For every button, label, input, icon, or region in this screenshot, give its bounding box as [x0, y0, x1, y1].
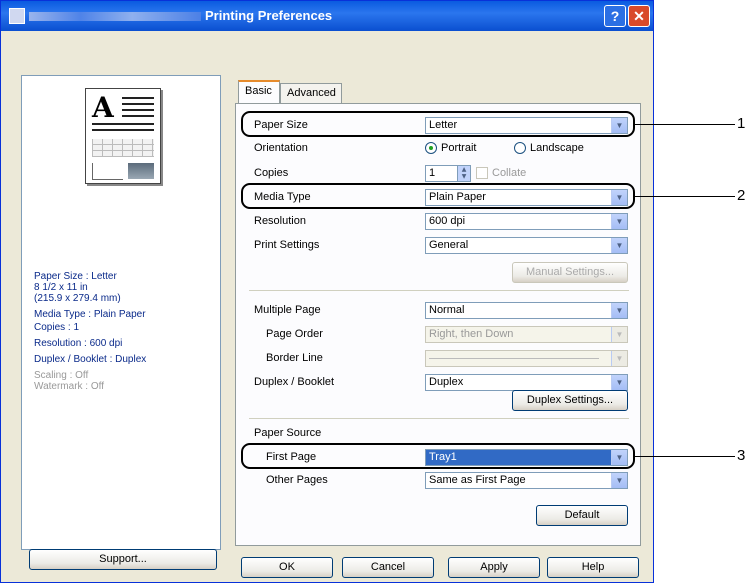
- multiple-page-select[interactable]: Normal ▼: [425, 302, 628, 319]
- chevron-down-icon: ▼: [611, 327, 627, 342]
- summary-dimensions-mm: (215.9 x 279.4 mm): [34, 293, 121, 304]
- title-redacted: [29, 12, 201, 21]
- preview-panel: A Paper Size : Letter 8 1/2 x 11 in (215…: [21, 75, 221, 550]
- callout-box: [241, 443, 635, 469]
- border-line-select[interactable]: ▼: [425, 350, 628, 367]
- orientation-label: Orientation: [254, 142, 308, 154]
- chevron-down-icon: ▼: [611, 214, 627, 229]
- landscape-radio[interactable]: [514, 142, 526, 154]
- cancel-button[interactable]: Cancel: [342, 557, 434, 578]
- copies-stepper[interactable]: ▲ ▼: [457, 165, 471, 182]
- tab-basic[interactable]: Basic: [238, 80, 280, 104]
- apply-button[interactable]: Apply: [448, 557, 540, 578]
- landscape-label[interactable]: Landscape: [530, 142, 584, 154]
- multiple-page-label: Multiple Page: [254, 304, 321, 316]
- close-icon[interactable]: ✕: [628, 5, 650, 27]
- callout-leader: [635, 456, 735, 457]
- chevron-down-icon: ▼: [611, 303, 627, 318]
- print-settings-label: Print Settings: [254, 239, 320, 251]
- summary-copies: Copies : 1: [34, 322, 80, 333]
- tab-advanced[interactable]: Advanced: [280, 83, 342, 103]
- summary-resolution: Resolution : 600 dpi: [34, 338, 123, 349]
- duplex-label: Duplex / Booklet: [254, 376, 335, 388]
- callout-box: [241, 111, 635, 137]
- resolution-select[interactable]: 600 dpi ▼: [425, 213, 628, 230]
- callout-leader: [635, 124, 735, 125]
- callout-number: 2: [737, 187, 746, 204]
- manual-settings-button[interactable]: Manual Settings...: [512, 262, 628, 283]
- portrait-radio[interactable]: [425, 142, 437, 154]
- ok-button[interactable]: OK: [241, 557, 333, 578]
- divider: [249, 418, 629, 419]
- duplex-settings-button[interactable]: Duplex Settings...: [512, 390, 628, 411]
- paper-source-label: Paper Source: [254, 427, 322, 439]
- summary-scaling: Scaling : Off: [34, 370, 89, 381]
- duplex-select[interactable]: Duplex ▼: [425, 374, 628, 391]
- summary-duplex: Duplex / Booklet : Duplex: [34, 354, 147, 365]
- collate-checkbox[interactable]: [476, 167, 488, 179]
- other-pages-select[interactable]: Same as First Page ▼: [425, 472, 628, 489]
- summary-paper-size: Paper Size : Letter: [34, 271, 117, 282]
- support-button[interactable]: Support...: [29, 549, 217, 570]
- help-button[interactable]: Help: [547, 557, 639, 578]
- resolution-label: Resolution: [254, 215, 306, 227]
- summary-media-type: Media Type : Plain Paper: [34, 309, 146, 320]
- callout-number: 3: [737, 447, 746, 464]
- window-title: Printing Preferences: [205, 8, 333, 23]
- callout-leader: [635, 196, 735, 197]
- page-order-label: Page Order: [266, 328, 323, 340]
- chevron-down-icon: ▼: [611, 473, 627, 488]
- divider: [249, 290, 629, 291]
- printing-preferences-window: Printing Preferences ? ✕ A Paper Size : …: [0, 0, 654, 583]
- page-order-select[interactable]: Right, then Down ▼: [425, 326, 628, 343]
- other-pages-label: Other Pages: [266, 474, 328, 486]
- callout-number: 1: [737, 115, 746, 132]
- callout-box: [241, 183, 635, 209]
- summary-watermark: Watermark : Off: [34, 381, 105, 392]
- chevron-down-icon: ▼: [611, 351, 627, 366]
- border-line-label: Border Line: [266, 352, 323, 364]
- chevron-down-icon: ▼: [611, 375, 627, 390]
- copies-label: Copies: [254, 167, 289, 179]
- chevron-down-icon: ▼: [611, 238, 627, 253]
- default-button[interactable]: Default: [536, 505, 628, 526]
- help-icon[interactable]: ?: [604, 5, 626, 27]
- title-bar[interactable]: Printing Preferences ? ✕: [1, 1, 653, 31]
- summary-dimensions-in: 8 1/2 x 11 in: [34, 282, 88, 293]
- collate-label: Collate: [492, 167, 527, 179]
- print-settings-select[interactable]: General ▼: [425, 237, 628, 254]
- portrait-label[interactable]: Portrait: [441, 142, 476, 154]
- printer-icon: [9, 8, 25, 24]
- document-preview-icon: A: [85, 88, 161, 184]
